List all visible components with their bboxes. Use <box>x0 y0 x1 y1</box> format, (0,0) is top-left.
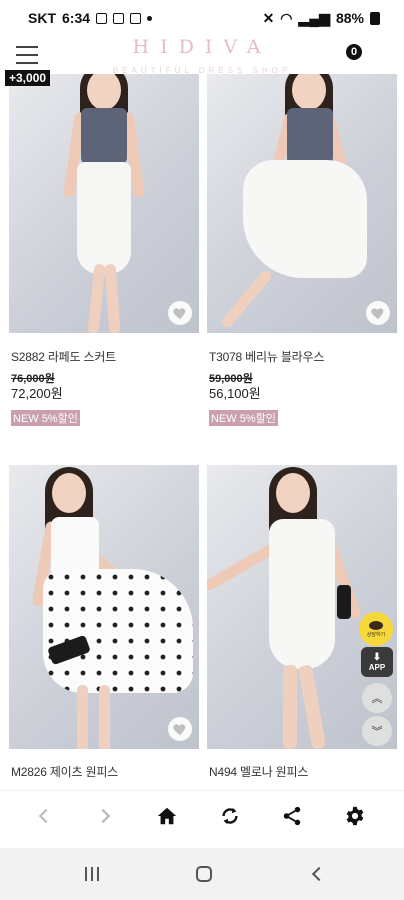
system-nav-bar <box>0 848 404 900</box>
product-name[interactable]: S2882 라페도 스커트 <box>11 348 116 365</box>
app-label: APP <box>368 662 386 672</box>
promo-tag: NEW 5%할인 <box>11 410 80 426</box>
search-icon <box>371 47 386 62</box>
status-left: SKT 6:34 <box>28 10 153 26</box>
carrier-label: SKT <box>28 10 56 26</box>
recent-apps-button[interactable] <box>79 862 105 886</box>
product-image[interactable] <box>9 74 199 333</box>
scroll-to-bottom-button[interactable]: ︾ <box>362 716 392 746</box>
product-image[interactable] <box>9 465 199 749</box>
kakao-label: 상담하기 <box>366 631 386 638</box>
home-icon <box>157 807 177 825</box>
product-name[interactable]: T3078 베리뉴 블라우스 <box>209 348 324 365</box>
model-figure <box>29 465 199 749</box>
double-chevron-down-icon: ︾ <box>371 726 383 738</box>
settings-gear-icon <box>346 806 364 826</box>
app-notification-icon <box>130 12 142 24</box>
product-name[interactable]: N494 멜로나 원피스 <box>209 763 308 780</box>
double-chevron-up-icon: ︽ <box>371 693 383 705</box>
refresh-icon <box>222 807 238 825</box>
download-arrow-icon: ⬇ <box>372 651 382 663</box>
cart-count-badge: 0 <box>346 44 362 60</box>
points-badge: +3,000 <box>5 70 51 86</box>
scroll-to-top-button[interactable]: ︽ <box>362 683 392 713</box>
hamburger-icon-line <box>16 62 38 64</box>
status-right: ✕ ◠ ▂▄▆ 88% <box>263 10 380 27</box>
settings-button[interactable] <box>340 801 370 831</box>
back-chevron-icon <box>311 866 327 882</box>
model-figure <box>207 465 387 749</box>
wishlist-button[interactable] <box>168 717 192 741</box>
app-download-button[interactable]: ⬇ APP <box>361 647 393 677</box>
product-image[interactable] <box>207 74 397 333</box>
product-name[interactable]: M2826 제이츠 원피스 <box>11 763 118 780</box>
home-button[interactable] <box>152 801 182 831</box>
search-icon-handle <box>383 61 390 68</box>
wishlist-button[interactable] <box>366 301 390 325</box>
share-button[interactable] <box>277 801 307 831</box>
status-bar: SKT 6:34 ✕ ◠ ▂▄▆ 88% <box>0 0 404 36</box>
gallery-notification-icon <box>96 12 108 24</box>
instagram-notification-icon <box>113 12 125 24</box>
system-home-button[interactable] <box>191 862 217 886</box>
model-figure <box>59 74 149 333</box>
promo-tag: NEW 5%할인 <box>209 410 278 426</box>
site-header: HIDIVA BEAUTIFUL DRESS SHOP 0 <box>0 36 404 84</box>
sale-price: 56,100원 <box>209 386 261 401</box>
wishlist-button[interactable] <box>168 301 192 325</box>
clock: 6:34 <box>62 10 91 26</box>
share-icon <box>283 806 301 826</box>
heart-icon <box>173 308 186 319</box>
forward-arrow-icon <box>101 808 111 824</box>
browser-toolbar <box>0 790 404 840</box>
signal-icon: ▂▄▆ <box>298 9 330 26</box>
home-square-icon <box>196 866 212 882</box>
battery-level: 88% <box>335 10 364 26</box>
recent-apps-icon <box>85 867 87 881</box>
heart-icon <box>173 724 186 735</box>
back-button[interactable] <box>29 801 59 831</box>
product-card[interactable]: S2882 라페도 스커트 76,000원 72,200원 NEW 5%할인 <box>9 74 199 434</box>
wifi-icon: ◠ <box>280 9 293 26</box>
mute-icon: ✕ <box>262 9 275 26</box>
recent-apps-icon-bar <box>91 867 93 881</box>
more-notifications-icon <box>147 15 153 21</box>
battery-icon <box>370 11 380 25</box>
product-card[interactable]: M2826 제이츠 원피스 <box>9 465 199 785</box>
system-back-button[interactable] <box>304 862 330 886</box>
chat-bubble-icon <box>369 620 383 630</box>
model-figure <box>219 74 377 333</box>
back-arrow-icon <box>38 808 48 824</box>
forward-button[interactable] <box>90 801 120 831</box>
search-button[interactable] <box>370 46 392 68</box>
recent-apps-icon-bar <box>97 867 99 881</box>
product-card[interactable]: T3078 베리뉴 블라우스 59,000원 56,100원 NEW 5%할인 <box>207 74 397 434</box>
sale-price: 72,200원 <box>11 386 63 401</box>
refresh-button[interactable] <box>215 801 245 831</box>
kakao-chat-button[interactable]: 상담하기 <box>359 612 393 646</box>
heart-icon <box>371 308 384 319</box>
